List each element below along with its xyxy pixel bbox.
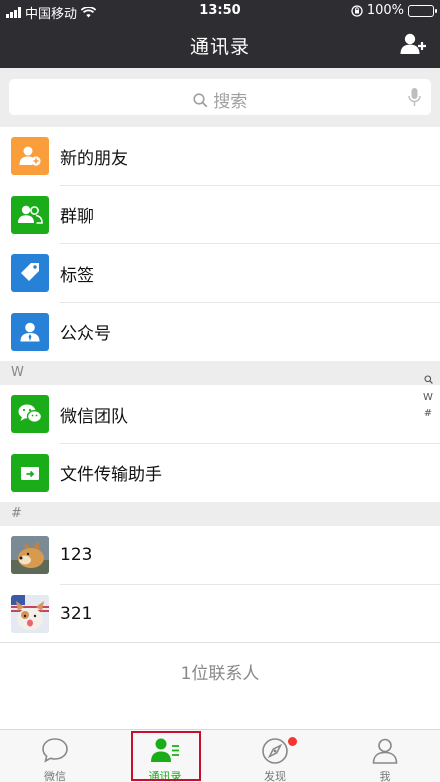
avatar-dog-icon	[11, 536, 49, 575]
contacts-icon	[151, 738, 179, 762]
search-placeholder: 搜索	[213, 92, 248, 112]
contact-item[interactable]: 文件传输助手	[0, 444, 440, 503]
section-header-hash: #	[0, 502, 440, 526]
discover-badge	[288, 737, 298, 746]
section-header-w: W	[0, 361, 440, 385]
wechat-team-icon	[11, 395, 49, 434]
new-friends-label: 新的朋友	[60, 148, 128, 169]
tab-me[interactable]: 我	[330, 730, 440, 782]
function-list: 新的朋友 群聊 标签 公众号	[0, 127, 440, 361]
microphone-icon[interactable]	[408, 87, 421, 107]
me-icon	[372, 738, 398, 764]
official-accounts-label: 公众号	[60, 324, 111, 345]
new-friends-item[interactable]: 新的朋友	[0, 127, 440, 186]
contact-name: 321	[60, 603, 93, 624]
contact-name: 123	[60, 545, 93, 566]
status-bar: 中国移动 13:50 100%	[0, 0, 440, 22]
new-friends-icon	[11, 137, 49, 176]
chat-bubble-icon	[42, 738, 68, 763]
contact-item[interactable]: 123	[0, 526, 440, 585]
avatar-corgi-icon	[11, 594, 49, 633]
tag-icon	[11, 254, 49, 293]
battery-icon	[408, 4, 437, 17]
tab-chats[interactable]: 微信	[0, 730, 110, 782]
group-chat-label: 群聊	[60, 207, 94, 228]
index-bar[interactable]: W #	[422, 374, 434, 422]
official-accounts-icon	[11, 312, 49, 351]
tab-discover[interactable]: 发现	[220, 730, 330, 782]
page-title: 通讯录	[189, 36, 250, 58]
tab-label: 发现	[264, 770, 286, 782]
compass-icon	[262, 738, 288, 764]
contact-name: 文件传输助手	[60, 465, 162, 486]
group-chat-item[interactable]: 群聊	[0, 186, 440, 244]
contact-item[interactable]: 321	[0, 585, 440, 644]
tab-contacts[interactable]: 通讯录	[110, 730, 220, 782]
index-letter[interactable]: W	[422, 390, 434, 406]
contact-list-hash: 123 321	[0, 526, 440, 643]
tags-label: 标签	[60, 265, 94, 286]
contact-list-w: 微信团队 文件传输助手	[0, 385, 440, 502]
tags-item[interactable]: 标签	[0, 244, 440, 303]
index-letter[interactable]: #	[422, 406, 434, 422]
search-area: 搜索	[0, 68, 440, 126]
battery-percent: 100%	[366, 3, 404, 18]
tab-bar: 微信 通讯录 发现 我	[0, 729, 440, 782]
search-icon	[193, 93, 208, 108]
contact-name: 微信团队	[60, 406, 128, 427]
file-transfer-icon	[11, 453, 49, 492]
index-search-icon[interactable]	[422, 374, 434, 390]
search-input[interactable]: 搜索	[9, 79, 431, 115]
tab-label: 微信	[44, 770, 66, 782]
tab-label: 通讯录	[148, 770, 182, 782]
orientation-lock-icon	[351, 4, 363, 17]
add-contact-icon[interactable]	[400, 32, 428, 56]
tab-label: 我	[379, 770, 391, 782]
group-chat-icon	[11, 195, 49, 234]
top-bar: 中国移动 13:50 100% 通讯录	[0, 0, 440, 68]
contact-item[interactable]: 微信团队	[0, 385, 440, 444]
official-accounts-item[interactable]: 公众号	[0, 303, 440, 362]
contact-count: 1位联系人	[0, 642, 440, 729]
